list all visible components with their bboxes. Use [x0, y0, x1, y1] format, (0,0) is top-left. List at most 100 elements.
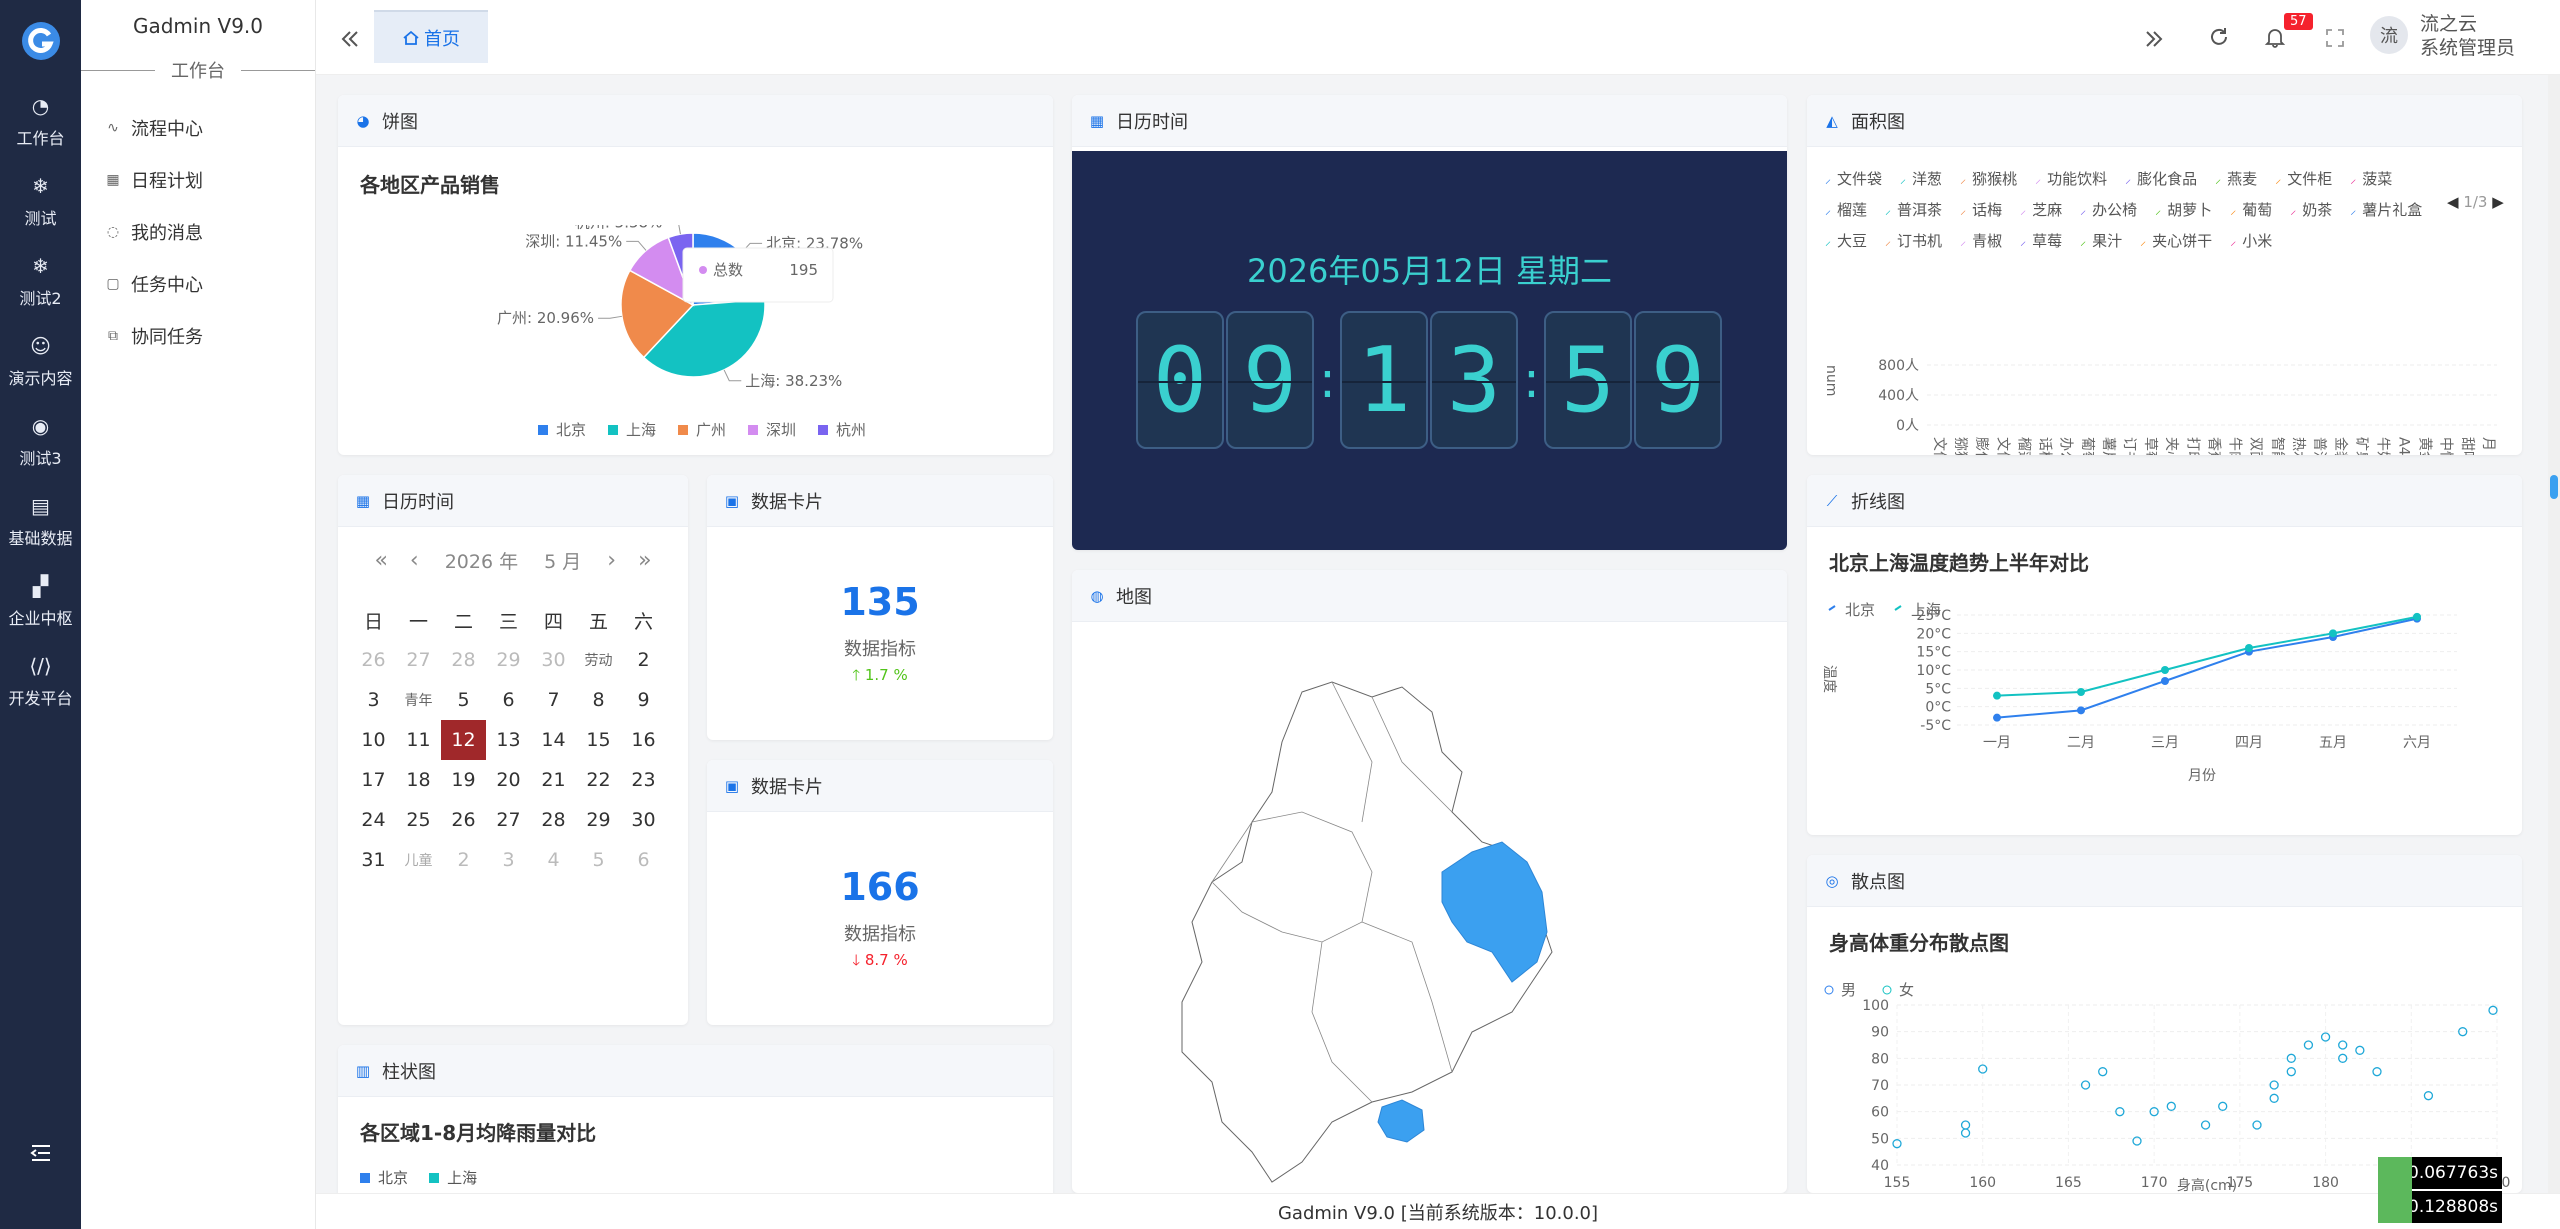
rail-item[interactable]: ▞ 企业中枢	[0, 561, 81, 641]
calendar-day[interactable]: 16	[621, 720, 666, 760]
sidebar-item[interactable]: ▢ 任务中心	[81, 258, 315, 310]
legend-item[interactable]: ⸝ 文件柜	[2275, 164, 2332, 194]
calendar-day[interactable]: 22	[576, 760, 621, 800]
legend-item[interactable]: ⸝ 菠菜	[2350, 164, 2392, 194]
sidebar-item[interactable]: ▦ 日程计划	[81, 154, 315, 206]
calendar-day[interactable]: 21	[531, 760, 576, 800]
calendar-day[interactable]: 青年	[396, 680, 441, 720]
calendar-day[interactable]: 劳动	[576, 640, 621, 680]
legend-item[interactable]: 北京	[360, 1167, 408, 1188]
legend-item[interactable]: ⸝ 草莓	[2020, 226, 2062, 256]
calendar-day[interactable]: 5	[441, 680, 486, 720]
collapse-sidebar-icon[interactable]	[338, 27, 362, 51]
tabs-scroll-right-icon[interactable]	[2142, 27, 2166, 51]
sidebar-item[interactable]: ◌ 我的消息	[81, 206, 315, 258]
user-info[interactable]: 流之云 系统管理员	[2420, 12, 2515, 60]
rail-item[interactable]: ❄ 测试	[0, 161, 81, 241]
legend-item[interactable]: ⸝ 燕麦	[2215, 164, 2257, 194]
calendar-day[interactable]: 20	[486, 760, 531, 800]
prev-month-icon[interactable]: ‹	[410, 548, 419, 573]
calendar-day[interactable]: 18	[396, 760, 441, 800]
calendar-day[interactable]: 27	[396, 640, 441, 680]
rail-item[interactable]: ❄ 测试2	[0, 241, 81, 321]
calendar-day[interactable]: 5	[576, 840, 621, 880]
calendar-day[interactable]: 11	[396, 720, 441, 760]
menu-collapse-icon[interactable]	[28, 1140, 54, 1166]
legend-item[interactable]: 上海	[429, 1167, 477, 1188]
legend-item[interactable]: ⸝ 奶茶	[2290, 195, 2332, 225]
calendar-day[interactable]: 4	[531, 840, 576, 880]
calendar-day[interactable]: 30	[621, 800, 666, 840]
tab-home[interactable]: 首页	[374, 10, 488, 63]
legend-item[interactable]: ⸝ 夹心饼干	[2140, 226, 2212, 256]
calendar-day[interactable]: 30	[531, 640, 576, 680]
next-month-icon[interactable]: ›	[607, 548, 616, 573]
prev-year-icon[interactable]: «	[374, 548, 387, 573]
legend-item[interactable]: ⸝ 订书机	[1885, 226, 1942, 256]
calendar-day[interactable]: 6	[621, 840, 666, 880]
rail-item[interactable]: ◉ 测试3	[0, 401, 81, 481]
calendar-year[interactable]: 2026 年	[445, 547, 518, 574]
legend-item[interactable]: ⸝ 大豆	[1825, 226, 1867, 256]
calendar-day[interactable]: 23	[621, 760, 666, 800]
calendar-day[interactable]: 2	[441, 840, 486, 880]
legend-item[interactable]: ⸝ 薯片礼盒	[2350, 195, 2422, 225]
legend-item[interactable]: ⸝ 普洱茶	[1885, 195, 1942, 225]
calendar-day[interactable]: 17	[351, 760, 396, 800]
calendar-day[interactable]: 14	[531, 720, 576, 760]
legend-item[interactable]: ⸝ 小米	[2230, 226, 2272, 256]
calendar-day[interactable]: 15	[576, 720, 621, 760]
calendar-day[interactable]: 儿童	[396, 840, 441, 880]
rail-item[interactable]: ▤ 基础数据	[0, 481, 81, 561]
avatar[interactable]: 流	[2370, 16, 2408, 54]
rail-item[interactable]: ☺ 演示内容	[0, 321, 81, 401]
legend-item[interactable]: ⸝ 猕猴桃	[1960, 164, 2017, 194]
bell-icon[interactable]	[2264, 26, 2286, 48]
sidebar-item[interactable]: ⧉ 协同任务	[81, 310, 315, 362]
calendar-day[interactable]: 2	[621, 640, 666, 680]
calendar-day[interactable]: 13	[486, 720, 531, 760]
calendar-day[interactable]: 31	[351, 840, 396, 880]
sidebar-item[interactable]: ∿ 流程中心	[81, 102, 315, 154]
calendar-day[interactable]: 7	[531, 680, 576, 720]
fullscreen-icon[interactable]	[2325, 28, 2345, 48]
legend-item[interactable]: ⸝ 办公椅	[2080, 195, 2137, 225]
legend-item[interactable]: ⸝ 文件袋	[1825, 164, 1882, 194]
legend-item[interactable]: ⸝ 榴莲	[1825, 195, 1867, 225]
legend-prev-icon[interactable]: ◀	[2447, 193, 2459, 211]
calendar-day[interactable]: 29	[576, 800, 621, 840]
rail-item[interactable]: ◔ 工作台	[0, 81, 81, 161]
refresh-icon[interactable]	[2208, 26, 2230, 48]
calendar-day[interactable]: 28	[441, 640, 486, 680]
rail-item[interactable]: ⟨/⟩ 开发平台	[0, 641, 81, 721]
calendar-day[interactable]: 8	[576, 680, 621, 720]
legend-item[interactable]: ⸝ 葡萄	[2230, 195, 2272, 225]
legend-item[interactable]: ⸝ 芝麻	[2020, 195, 2062, 225]
calendar-day[interactable]: 28	[531, 800, 576, 840]
calendar-day[interactable]: 26	[351, 640, 396, 680]
calendar-month[interactable]: 5 月	[544, 547, 581, 574]
legend-item[interactable]: ⸝ 洋葱	[1900, 164, 1942, 194]
calendar-day[interactable]: 9	[621, 680, 666, 720]
calendar-day[interactable]: 12	[441, 720, 486, 760]
legend-item[interactable]: ⸝ 果汁	[2080, 226, 2122, 256]
calendar-day[interactable]: 25	[396, 800, 441, 840]
scrollbar-thumb[interactable]	[2550, 475, 2558, 499]
legend-item[interactable]: ⸝ 青椒	[1960, 226, 2002, 256]
calendar-day[interactable]: 3	[486, 840, 531, 880]
calendar-day[interactable]: 19	[441, 760, 486, 800]
calendar-day[interactable]: 3	[351, 680, 396, 720]
calendar-day[interactable]: 26	[441, 800, 486, 840]
legend-item[interactable]: ⸝ 胡萝卜	[2155, 195, 2212, 225]
legend-pager[interactable]: ◀ 1/3 ▶	[2447, 193, 2504, 211]
calendar-day[interactable]: 6	[486, 680, 531, 720]
calendar-day[interactable]: 27	[486, 800, 531, 840]
calendar-day[interactable]: 24	[351, 800, 396, 840]
app-logo[interactable]	[0, 0, 81, 81]
legend-item[interactable]: ⸝ 功能饮料	[2035, 164, 2107, 194]
legend-next-icon[interactable]: ▶	[2492, 193, 2504, 211]
calendar-day[interactable]: 29	[486, 640, 531, 680]
scrollbar[interactable]	[2548, 75, 2560, 1193]
next-year-icon[interactable]: »	[638, 548, 651, 573]
calendar-day[interactable]: 10	[351, 720, 396, 760]
